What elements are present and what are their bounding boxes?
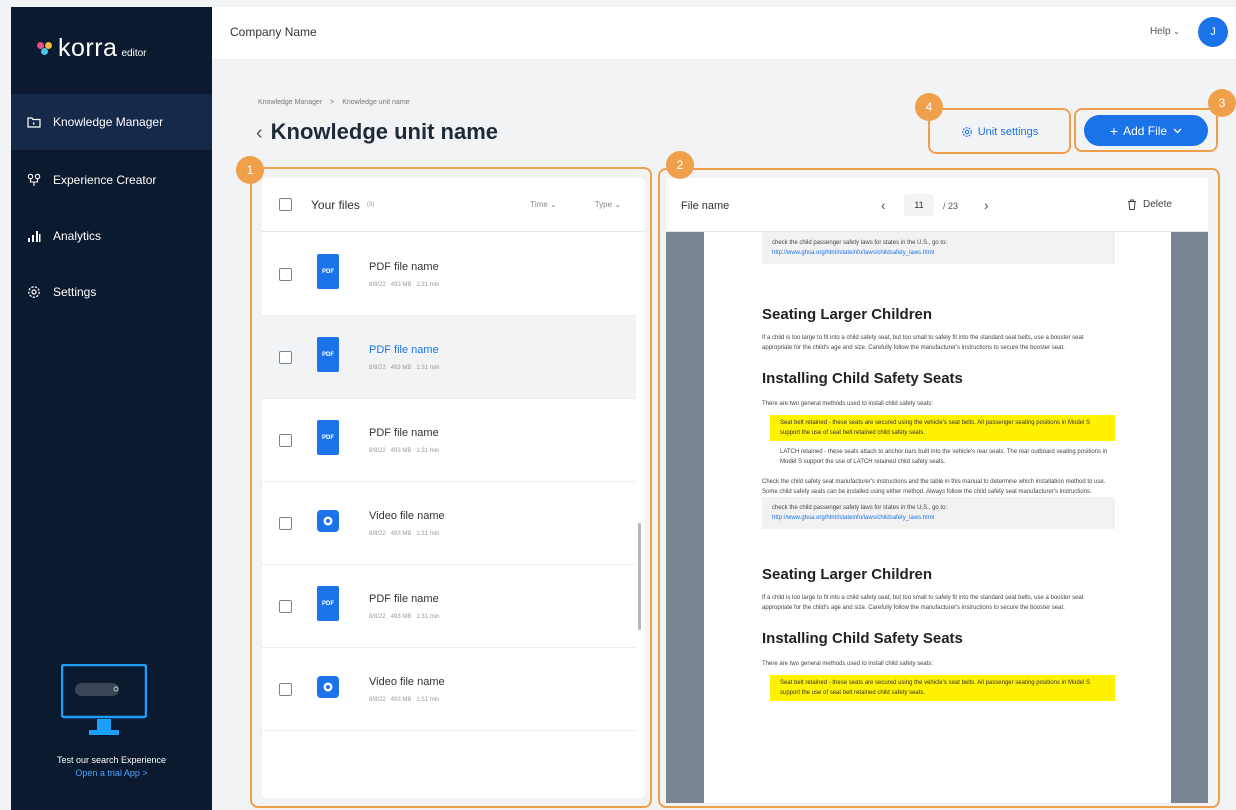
avatar[interactable]: J (1198, 17, 1228, 47)
logo-subtext: editor (121, 48, 147, 59)
sidebar-item-label: Analytics (53, 229, 102, 243)
sidebar-item-label: Knowledge Manager (53, 115, 164, 129)
company-name: Company Name (230, 25, 317, 39)
sidebar-item-settings[interactable]: Settings (11, 264, 212, 320)
annotation-frame-3 (1074, 108, 1218, 152)
page-title-text: Knowledge unit name (270, 119, 499, 144)
breadcrumb-current: Knowledge unit name (342, 99, 410, 106)
page-title: ‹ Knowledge unit name (256, 119, 498, 145)
korra-logo-icon (37, 42, 53, 56)
breadcrumb-knowledge-manager[interactable]: Knowledge Manager (258, 99, 322, 106)
sidebar-item-label: Settings (53, 285, 97, 299)
trial-app-link[interactable]: Open a trial App > (11, 768, 212, 778)
nodes-icon (27, 173, 41, 187)
folder-icon (27, 115, 41, 129)
sidebar-item-knowledge-manager[interactable]: Knowledge Manager (11, 94, 212, 150)
gear-icon (27, 285, 41, 299)
app-logo[interactable]: korra editor (37, 34, 146, 63)
annotation-frame-4 (928, 108, 1071, 154)
help-menu[interactable]: Help ⌄ (1150, 26, 1180, 37)
breadcrumb: Knowledge Manager > Knowledge unit name (258, 99, 410, 106)
annotation-badge-2: 2 (666, 151, 694, 179)
annotation-frame-1 (250, 167, 652, 808)
breadcrumb-separator: > (330, 99, 335, 106)
annotation-badge-3: 3 (1208, 89, 1236, 117)
back-chevron-icon[interactable]: ‹ (256, 122, 263, 144)
help-label: Help (1149, 26, 1171, 37)
bar-chart-icon (27, 229, 41, 243)
sidebar-item-experience-creator[interactable]: Experience Creator (11, 152, 212, 208)
annotation-badge-4: 4 (915, 93, 943, 121)
annotation-frame-2 (658, 168, 1220, 808)
search-promo-illustration (60, 663, 148, 742)
logo-text: korra (58, 34, 118, 62)
topbar: Company Name Help ⌄ J (212, 7, 1236, 59)
sidebar: korra editor Knowledge Manager Experienc… (11, 7, 212, 810)
sidebar-item-label: Experience Creator (53, 173, 157, 187)
chevron-down-icon: ⌄ (1173, 27, 1180, 36)
annotation-badge-1: 1 (236, 156, 264, 184)
sidebar-item-analytics[interactable]: Analytics (11, 208, 212, 264)
promo-text: Test our search Experience (56, 755, 167, 765)
